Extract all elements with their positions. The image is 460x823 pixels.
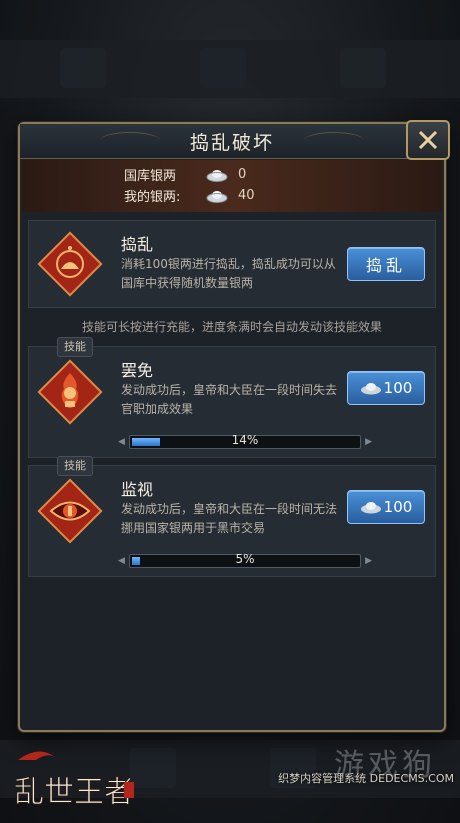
surveillance-charge-button[interactable]: 100 (347, 490, 425, 524)
arrow-right-icon: ▶ (365, 437, 372, 447)
cost-label: 100 (383, 379, 413, 397)
skill-name: 罢免 (121, 361, 154, 380)
surveillance-progress-bar: ◀ 5% ▶ (118, 552, 372, 568)
dismissal-progress-bar: ◀ 14% ▶ (118, 433, 372, 449)
skill-card-mischief: 捣乱 消耗100银两进行捣乱，捣乱成功可以从国库中获得随机数量银两 捣乱 (28, 220, 436, 308)
treasury-silver-row: 国库银两 0 (124, 165, 246, 184)
skill-name: 监视 (121, 480, 154, 499)
surveillance-eye-icon (37, 478, 103, 544)
dialog-title-bar: 捣乱破坏 (20, 124, 444, 159)
background-tile (200, 48, 246, 88)
arrow-left-icon: ◀ (118, 556, 125, 566)
title-ornament-left (100, 132, 160, 149)
dialog-title: 捣乱破坏 (189, 131, 274, 154)
background-tile (340, 48, 386, 88)
dismissal-emblem-icon (37, 359, 103, 425)
skill-description: 发动成功后，皇帝和大臣在一段时间失去官职加成效果 (121, 383, 338, 416)
treasury-label: 国库银两 (124, 169, 177, 184)
silver-ingot-icon (206, 190, 228, 203)
mischief-button[interactable]: 捣乱 (347, 247, 425, 281)
mischief-emblem-icon (37, 231, 103, 297)
silver-panel: 国库银两 0 我的银两: 40 (22, 160, 442, 212)
watermark-site: 织梦内容管理系统 DEDECMS.COM (278, 772, 454, 785)
skill-description: 发动成功后，皇帝和大臣在一段时间无法挪用国家银两用于黑市交易 (121, 502, 338, 535)
skill-name: 捣乱 (121, 235, 154, 254)
my-silver-row: 我的银两: 40 (124, 186, 255, 205)
my-silver-value: 40 (238, 188, 255, 203)
silver-ingot-icon (360, 502, 381, 514)
progress-text: 14% (231, 433, 259, 447)
treasury-value: 0 (238, 167, 247, 182)
skill-description: 消耗100银两进行捣乱，捣乱成功可以从国库中获得随机数量银两 (121, 257, 336, 290)
arrow-right-icon: ▶ (365, 556, 372, 566)
close-button[interactable] (406, 120, 450, 160)
cost-label: 100 (383, 498, 413, 516)
silver-ingot-icon (360, 383, 381, 395)
arrow-left-icon: ◀ (118, 437, 125, 447)
progress-text: 5% (235, 552, 255, 566)
dismissal-charge-button[interactable]: 100 (347, 371, 425, 405)
charge-hint-text: 技能可长按进行充能，进度条满时会自动发动该技能效果 (81, 320, 382, 334)
skill-card-surveillance: 技能 监视 发动成功后，皇帝和大臣在一段时间无法挪用国家银两用于黑市交易 100… (28, 456, 436, 577)
game-logo: 乱世王者 (14, 751, 135, 811)
close-x-icon (418, 130, 438, 150)
skill-tag: 技能 (57, 337, 93, 357)
background-tile (60, 48, 106, 88)
skill-card-dismissal: 技能 罢免 发动成功后，皇帝和大臣在一段时间失去官职加成效果 100 ◀ 14%… (28, 337, 436, 458)
my-silver-label: 我的银两: (124, 190, 181, 205)
skill-tag: 技能 (57, 456, 93, 476)
title-ornament-right (304, 132, 364, 149)
game-logo-text: 乱世王者 (14, 775, 134, 810)
mischief-dialog: 捣乱破坏 国库银两 0 我的银两: 40 捣乱 消耗100银两进行捣乱，捣乱成功… (18, 120, 450, 732)
silver-ingot-icon (206, 169, 228, 182)
